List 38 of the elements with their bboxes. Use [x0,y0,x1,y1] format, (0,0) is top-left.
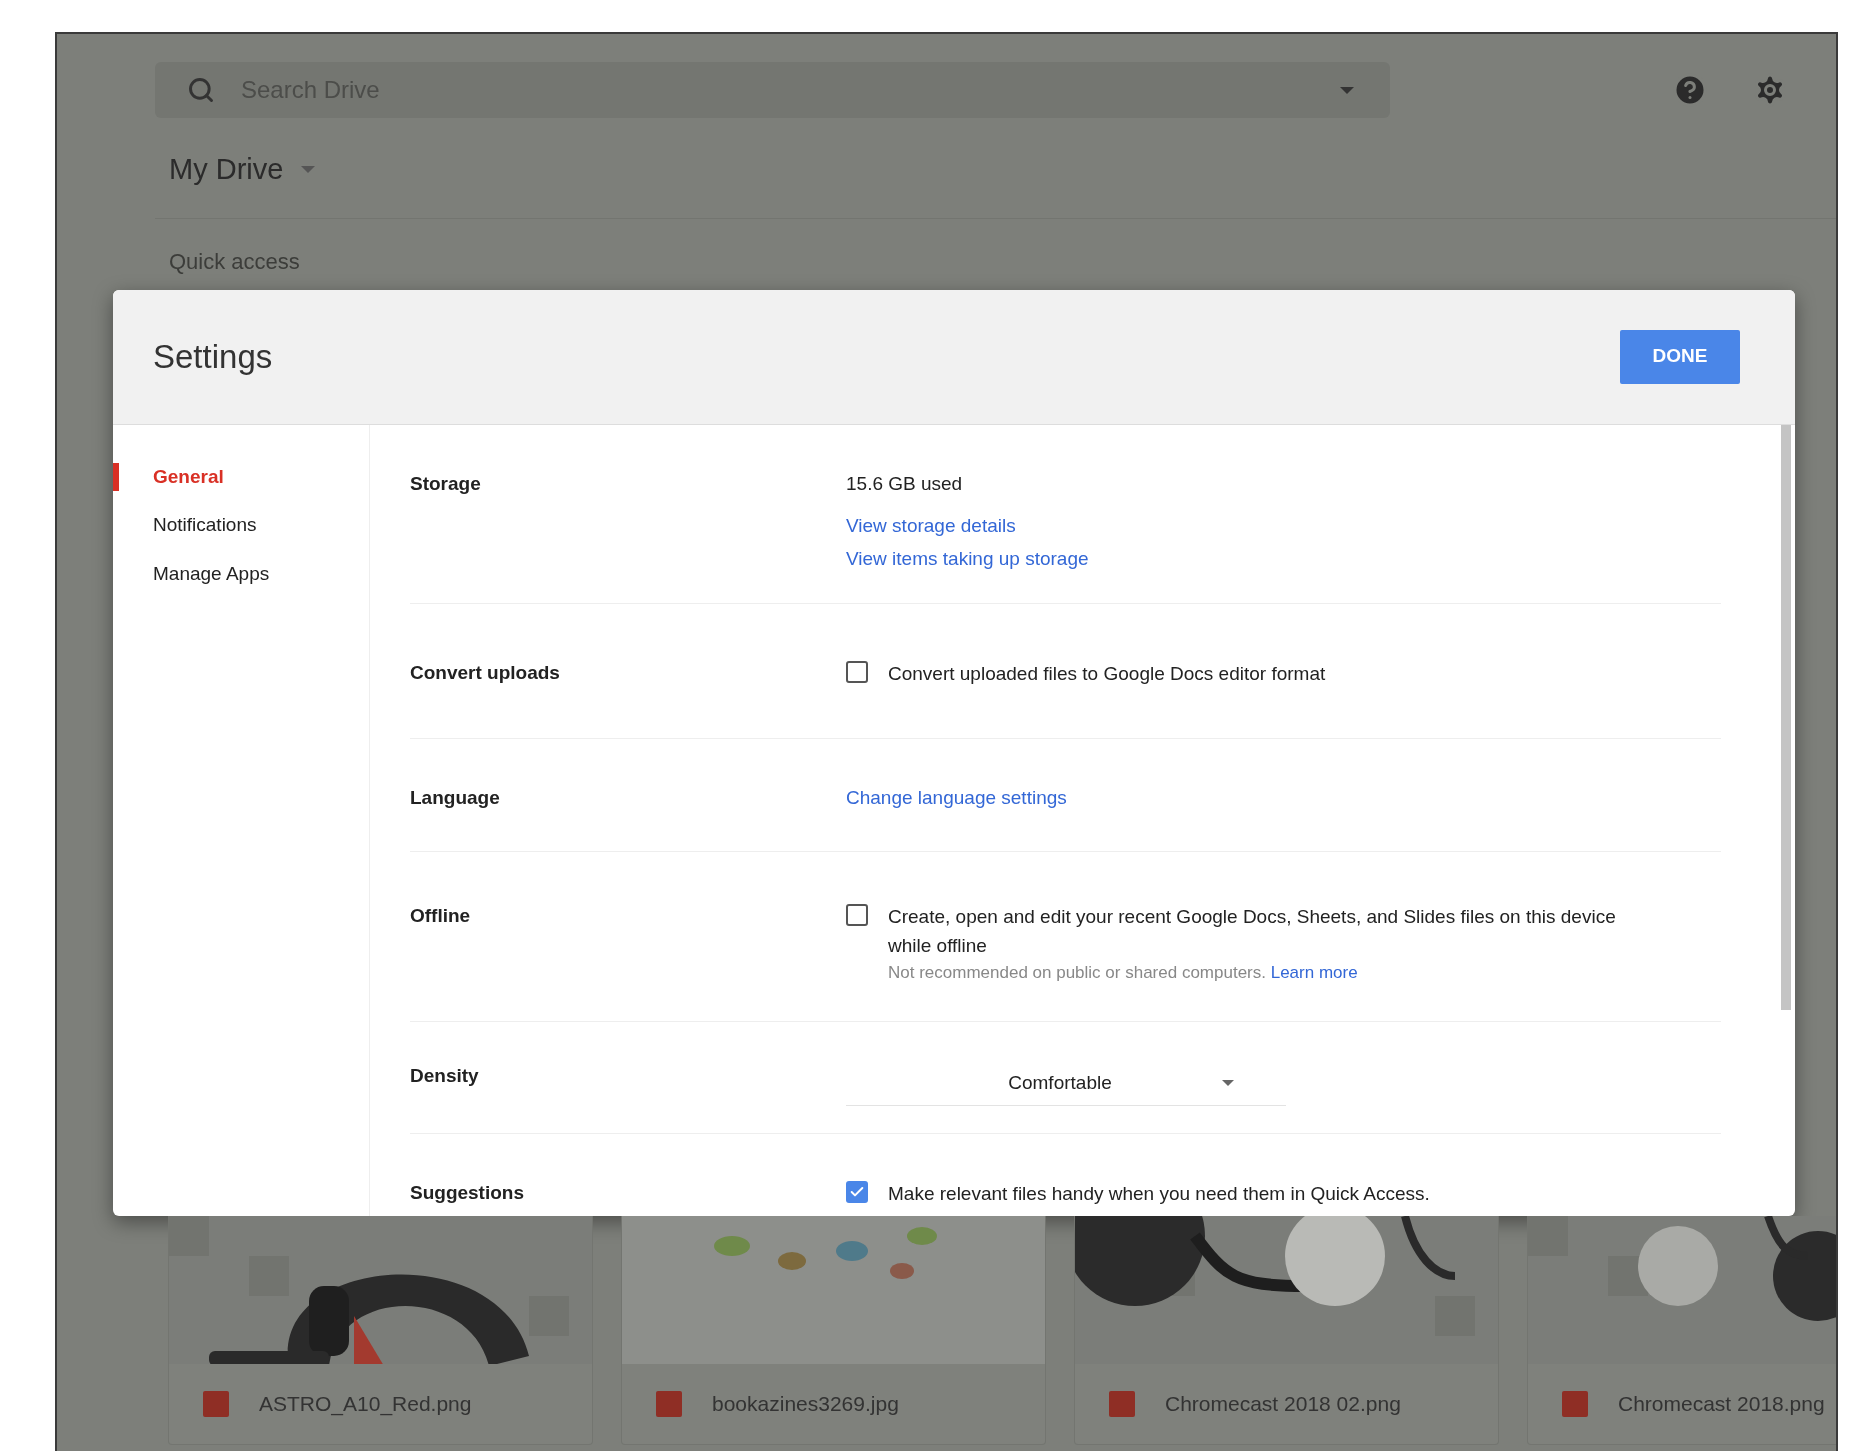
file-name: bookazines3269.jpg [712,1390,899,1417]
checkbox-label: Convert uploaded files to Google Docs editor format [888,661,1326,686]
dropdown-caret-icon [301,166,316,174]
section-title: Quick access [169,247,301,276]
setting-label: Storage [410,471,482,496]
language-link[interactable]: Change language settings [846,783,1067,851]
setting-label: Density [410,1063,480,1088]
setting-label: Language [410,785,501,810]
density-dropdown[interactable]: Comfortable [846,1061,1286,1106]
file-card[interactable]: Chromecast 2018 02.png [1074,1215,1499,1445]
setting-label: Convert uploads [410,660,561,685]
checkbox-label: Make relevant files handy when you need them in Quick Access. [888,1181,1430,1206]
storage-usage: 15.6 GB used [846,471,964,496]
done-button[interactable]: DONE [1620,329,1740,384]
settings-nav-item[interactable]: General [113,462,369,491]
location-title[interactable]: My Drive [169,148,284,192]
checkbox-label: Create, open and edit your recent Google Docs, Sheets, and Slides files on this device while offline [888,904,1617,958]
settings-nav-item[interactable]: Notifications [113,511,369,540]
checkbox[interactable] [846,903,868,926]
file-name: Chromecast 2018.png [1618,1390,1825,1417]
setting-label: Suggestions [410,1180,525,1205]
offline-note: Not recommended on public or shared computers. Learn more [888,961,1359,984]
file-card[interactable]: bookazines3269.jpg [621,1215,1046,1445]
storage-link[interactable]: View items taking up storage [846,544,1089,573]
checkbox[interactable] [846,1180,868,1203]
learn-more-link[interactable]: Learn more [1270,962,1358,982]
file-card[interactable]: ASTRO_A10_Red.png [168,1215,593,1445]
search-icon [187,76,215,104]
file-name: ASTRO_A10_Red.png [259,1390,472,1418]
setting-label: Offline [410,903,472,928]
checkbox[interactable] [846,660,868,683]
dropdown-caret-icon [1340,86,1354,94]
storage-link[interactable]: View storage details [846,512,1016,541]
settings-nav-item[interactable]: Manage Apps [113,559,369,588]
dialog-title: Settings [153,336,273,377]
dropdown-caret-icon [1221,1080,1234,1086]
file-name: Chromecast 2018 02.png [1165,1390,1401,1417]
file-card[interactable]: Chromecast 2018.png [1527,1215,1836,1445]
